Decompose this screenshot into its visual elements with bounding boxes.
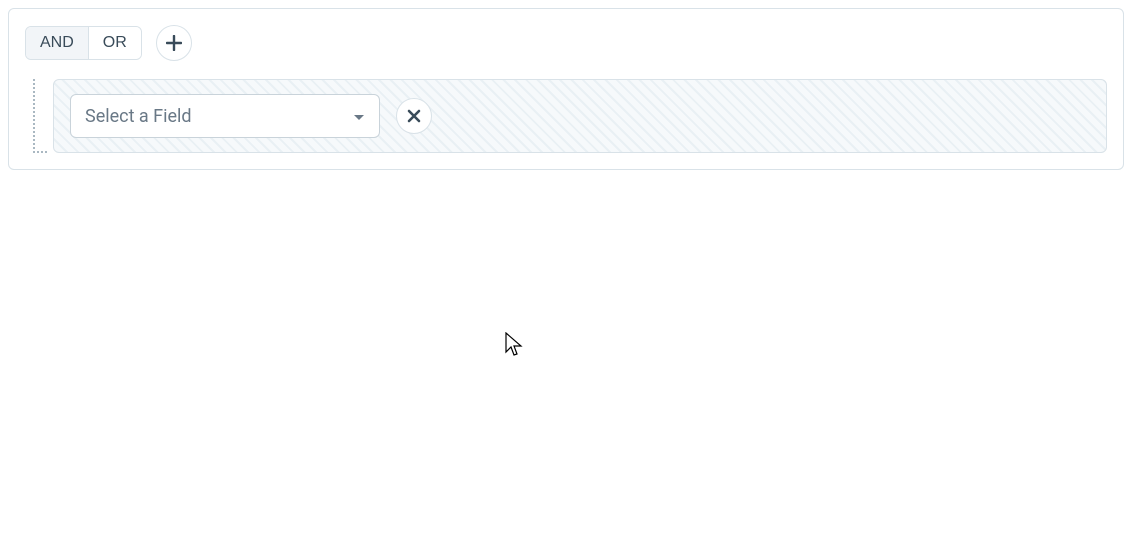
- remove-rule-button[interactable]: [396, 98, 432, 134]
- plus-icon: [166, 35, 182, 51]
- caret-down-icon: [353, 107, 365, 126]
- mouse-cursor-icon: [505, 332, 525, 358]
- and-button[interactable]: AND: [26, 27, 88, 59]
- field-select[interactable]: Select a Field: [70, 94, 380, 138]
- rule-row: Select a Field: [53, 79, 1107, 153]
- rule-connector: [33, 79, 45, 153]
- query-builder-group: AND OR Select a Field: [8, 8, 1124, 170]
- group-header: AND OR: [25, 25, 1107, 61]
- close-icon: [407, 109, 421, 123]
- field-select-placeholder: Select a Field: [85, 106, 192, 127]
- logic-toggle-group: AND OR: [25, 26, 142, 60]
- add-rule-button[interactable]: [156, 25, 192, 61]
- rule-wrap: Select a Field: [33, 79, 1107, 153]
- or-button[interactable]: OR: [89, 27, 141, 59]
